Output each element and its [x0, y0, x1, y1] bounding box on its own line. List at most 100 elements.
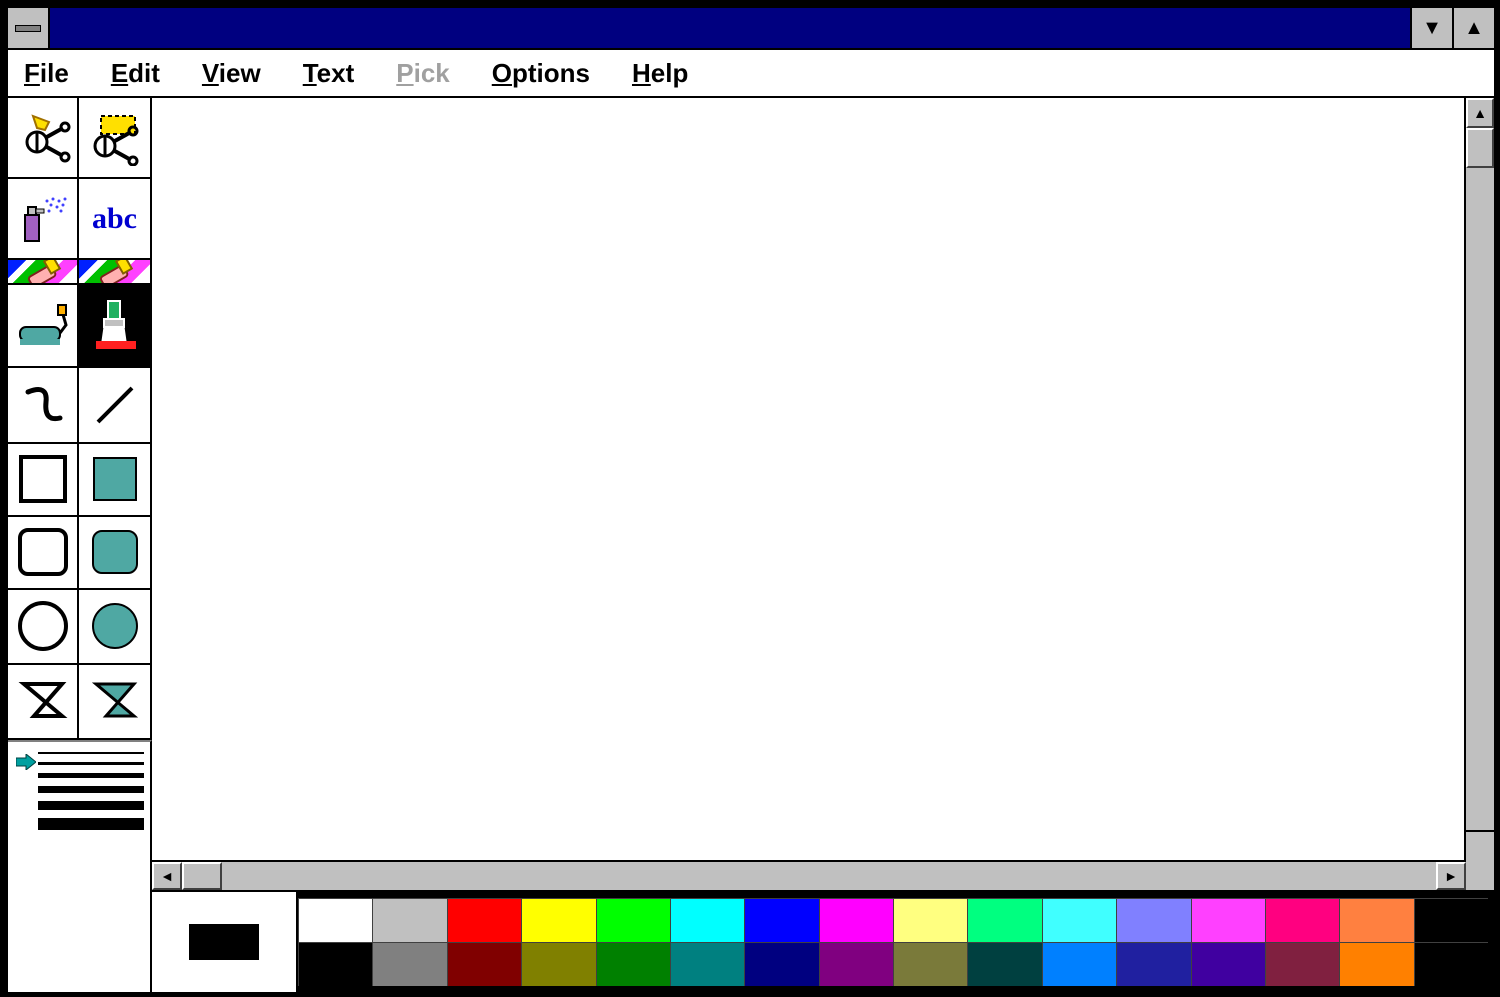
color-swatch-1-10[interactable] — [1042, 942, 1116, 986]
menu-pick: Pick — [396, 58, 450, 89]
tool-eraser[interactable] — [79, 260, 150, 285]
palette-row — [152, 890, 1494, 992]
linewidth-option-5[interactable] — [38, 818, 144, 830]
polygon-filled-icon — [90, 676, 140, 726]
menu-bar: File Edit View Text Pick Options Help — [8, 50, 1494, 98]
menu-file[interactable]: File — [24, 58, 69, 89]
tool-color-eraser[interactable] — [8, 260, 79, 285]
color-swatch-0-4[interactable] — [596, 898, 670, 942]
linewidth-option-2[interactable] — [38, 773, 144, 778]
color-swatch-1-5[interactable] — [670, 942, 744, 986]
menu-text[interactable]: Text — [303, 58, 355, 89]
linewidth-panel — [8, 740, 152, 992]
scroll-right-button[interactable]: ► — [1436, 862, 1466, 890]
color-swatch-1-11[interactable] — [1116, 942, 1190, 986]
tool-brush[interactable] — [79, 285, 150, 368]
tool-paint-roller[interactable] — [8, 285, 79, 368]
linewidth-option-0[interactable] — [38, 752, 144, 754]
linewidth-option-3[interactable] — [38, 786, 144, 793]
color-swatch-0-0[interactable] — [298, 898, 372, 942]
scroll-left-button[interactable]: ◄ — [152, 862, 182, 890]
tool-ellipse-outline[interactable] — [8, 590, 79, 665]
scrollbar-corner — [1464, 830, 1494, 860]
tool-roundrect-filled[interactable] — [79, 517, 150, 590]
vscroll-thumb[interactable] — [1466, 128, 1494, 168]
tool-polygon-filled[interactable] — [79, 665, 150, 738]
tool-curve[interactable] — [8, 368, 79, 443]
color-swatch-1-7[interactable] — [819, 942, 893, 986]
color-swatch-0-11[interactable] — [1116, 898, 1190, 942]
eraser-icon — [23, 260, 63, 285]
rect-select-icon — [87, 110, 143, 166]
tool-airbrush[interactable] — [8, 179, 79, 260]
hscroll-thumb[interactable] — [182, 862, 222, 890]
color-swatch-1-1[interactable] — [372, 942, 446, 986]
linewidth-option-1[interactable] — [38, 762, 144, 765]
vscroll-track[interactable] — [1466, 128, 1494, 830]
color-swatch-0-15[interactable] — [1414, 898, 1488, 942]
canvas[interactable] — [152, 98, 1464, 860]
color-swatch-0-2[interactable] — [447, 898, 521, 942]
color-swatch-0-9[interactable] — [967, 898, 1041, 942]
tool-rectangle-filled[interactable] — [79, 444, 150, 517]
color-swatch-1-8[interactable] — [893, 942, 967, 986]
rectangle-outline-icon — [19, 455, 67, 503]
roundrect-filled-icon — [92, 530, 138, 574]
polygon-outline-icon — [18, 676, 68, 726]
current-colors[interactable] — [152, 892, 298, 992]
tool-ellipse-filled[interactable] — [79, 590, 150, 665]
tool-rectangle-outline[interactable] — [8, 444, 79, 517]
tool-text[interactable]: abc — [79, 179, 150, 260]
menu-edit[interactable]: Edit — [111, 58, 160, 89]
color-swatch-1-14[interactable] — [1339, 942, 1413, 986]
color-swatch-0-5[interactable] — [670, 898, 744, 942]
roundrect-outline-icon — [18, 528, 68, 576]
hscroll-track[interactable] — [182, 862, 1436, 890]
curve-icon — [18, 380, 68, 430]
color-swatch-0-12[interactable] — [1191, 898, 1265, 942]
vertical-scrollbar[interactable]: ▲ ▼ — [1464, 98, 1494, 860]
tool-roundrect-outline[interactable] — [8, 517, 79, 590]
color-swatch-1-3[interactable] — [521, 942, 595, 986]
tool-freeform-select[interactable] — [8, 98, 79, 179]
arrow-right-icon — [16, 754, 36, 770]
menu-options[interactable]: Options — [492, 58, 590, 89]
color-swatch-1-12[interactable] — [1191, 942, 1265, 986]
title-bar: ▼ ▲ — [8, 8, 1494, 50]
color-swatch-1-9[interactable] — [967, 942, 1041, 986]
tool-polygon-outline[interactable] — [8, 665, 79, 738]
color-swatch-1-13[interactable] — [1265, 942, 1339, 986]
color-swatch-0-14[interactable] — [1339, 898, 1413, 942]
color-swatch-0-6[interactable] — [744, 898, 818, 942]
color-swatch-1-2[interactable] — [447, 942, 521, 986]
color-swatch-1-4[interactable] — [596, 942, 670, 986]
freeform-select-icon — [15, 110, 71, 166]
minimize-button[interactable]: ▼ — [1410, 8, 1452, 48]
color-swatch-0-3[interactable] — [521, 898, 595, 942]
menu-help[interactable]: Help — [632, 58, 688, 89]
tool-line[interactable] — [79, 368, 150, 443]
tool-rect-select[interactable] — [79, 98, 150, 179]
linewidth-option-4[interactable] — [38, 801, 144, 810]
color-swatch-0-10[interactable] — [1042, 898, 1116, 942]
menu-view[interactable]: View — [202, 58, 261, 89]
color-swatch-1-15[interactable] — [1414, 942, 1488, 986]
client-area: abc — [8, 98, 1494, 992]
scroll-up-button[interactable]: ▲ — [1466, 98, 1494, 128]
color-swatch-0-7[interactable] — [819, 898, 893, 942]
canvas-area: ▲ ▼ — [152, 98, 1494, 860]
line-icon — [90, 380, 140, 430]
ellipse-outline-icon — [18, 601, 68, 651]
color-swatch-0-8[interactable] — [893, 898, 967, 942]
eraser-icon — [95, 260, 135, 285]
maximize-button[interactable]: ▲ — [1452, 8, 1494, 48]
color-swatch-1-0[interactable] — [298, 942, 372, 986]
window-title — [50, 8, 1410, 48]
linewidth-options[interactable] — [38, 750, 144, 986]
horizontal-scrollbar[interactable]: ◄ ► — [152, 860, 1466, 890]
color-swatch-0-1[interactable] — [372, 898, 446, 942]
system-menu-button[interactable] — [8, 8, 50, 48]
color-swatch-0-13[interactable] — [1265, 898, 1339, 942]
color-swatch-1-6[interactable] — [744, 942, 818, 986]
app-window: ▼ ▲ File Edit View Text Pick Options Hel… — [6, 6, 1496, 994]
